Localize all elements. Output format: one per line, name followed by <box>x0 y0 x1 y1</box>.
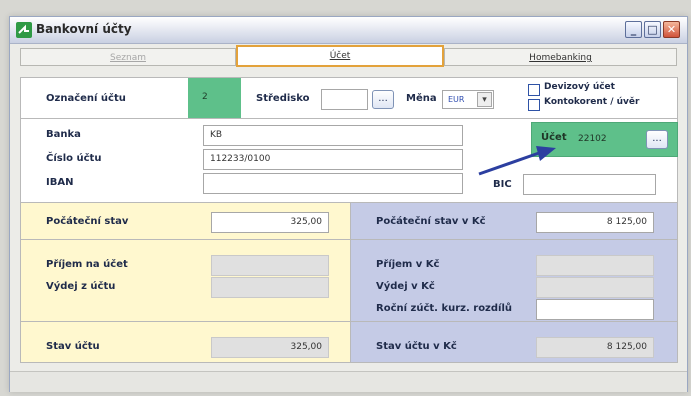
yellow-divider-2 <box>21 321 352 322</box>
account-designation-label: Označení účtu <box>46 93 126 104</box>
balance-panel-blue: Počáteční stav v Kč 8 125,00 Příjem v Kč… <box>351 203 678 363</box>
tab-strip: Seznam Účet Homebanking <box>10 45 687 67</box>
currency-label: Měna <box>406 93 437 104</box>
account-number-input[interactable]: 112233/0100 <box>203 149 463 170</box>
income-field <box>211 255 329 276</box>
currency-select[interactable]: EUR ▾ <box>442 90 494 109</box>
expense-czk-field <box>536 277 654 298</box>
pointer-arrow-icon <box>478 146 556 176</box>
expense-czk-label: Výdej v Kč <box>376 281 435 292</box>
expense-field <box>211 277 329 298</box>
account-designation-value: 2 <box>202 92 208 102</box>
account-state-czk-field: 8 125,00 <box>536 337 654 358</box>
maximize-button[interactable]: □ <box>644 21 661 38</box>
bank-input[interactable]: KB <box>203 125 463 146</box>
yellow-divider-1 <box>21 239 352 240</box>
gl-account-value: 22102 <box>578 134 607 144</box>
account-number-label: Číslo účtu <box>46 153 102 164</box>
status-bar <box>10 371 687 392</box>
chevron-down-icon[interactable]: ▾ <box>477 92 492 107</box>
tab-ucet[interactable]: Účet <box>236 45 444 67</box>
close-button[interactable]: ✕ <box>663 21 680 38</box>
app-icon <box>16 22 32 38</box>
iban-label: IBAN <box>46 177 74 188</box>
account-header-panel: Označení účtu 2 Středisko ... Měna EUR ▾… <box>20 77 678 119</box>
minimize-icon: _ <box>630 23 637 36</box>
account-state-field: 325,00 <box>211 337 329 358</box>
account-state-czk-label: Stav účtu v Kč <box>376 341 457 352</box>
bank-label: Banka <box>46 129 81 140</box>
rate-diff-input[interactable] <box>536 299 654 320</box>
minimize-button[interactable]: _ <box>625 21 642 38</box>
account-designation-field[interactable]: 2 <box>188 78 241 118</box>
title-bar[interactable]: Bankovní účty _ □ ✕ <box>10 17 687 44</box>
center-label: Středisko <box>256 93 310 104</box>
overdraft-label: Kontokorent / úvěr <box>544 97 640 107</box>
start-balance-label: Počáteční stav <box>46 216 129 227</box>
foreign-account-checkbox[interactable] <box>528 84 540 96</box>
center-lookup-button[interactable]: ... <box>372 90 394 109</box>
start-balance-input[interactable]: 325,00 <box>211 212 329 233</box>
balance-panel-yellow: Počáteční stav 325,00 Příjem na účet Výd… <box>20 203 352 363</box>
income-label: Příjem na účet <box>46 259 128 270</box>
bank-panel: Banka KB Číslo účtu 112233/0100 IBAN BIC… <box>20 119 678 203</box>
expense-label: Výdej z účtu <box>46 281 116 292</box>
overdraft-checkbox[interactable] <box>528 99 540 111</box>
foreign-account-label: Devizový účet <box>544 82 615 92</box>
iban-input[interactable] <box>203 173 463 194</box>
currency-value: EUR <box>448 95 465 104</box>
tab-homebanking[interactable]: Homebanking <box>444 48 677 66</box>
maximize-icon: □ <box>647 23 658 36</box>
bank-accounts-window: Bankovní účty _ □ ✕ Seznam Účet Homebank… <box>9 16 688 392</box>
window-title: Bankovní účty <box>36 22 132 36</box>
tab-seznam[interactable]: Seznam <box>20 48 236 66</box>
account-state-label: Stav účtu <box>46 341 100 352</box>
close-icon: ✕ <box>666 23 677 36</box>
blue-divider-2 <box>351 321 678 322</box>
center-input[interactable] <box>321 89 368 110</box>
gl-account-lookup-button[interactable]: ... <box>646 130 668 149</box>
start-balance-czk-input[interactable]: 8 125,00 <box>536 212 654 233</box>
start-balance-czk-label: Počáteční stav v Kč <box>376 216 486 227</box>
income-czk-label: Příjem v Kč <box>376 259 440 270</box>
blue-divider-1 <box>351 239 678 240</box>
rate-diff-label: Roční zúčt. kurz. rozdílů <box>376 303 513 314</box>
income-czk-field <box>536 255 654 276</box>
